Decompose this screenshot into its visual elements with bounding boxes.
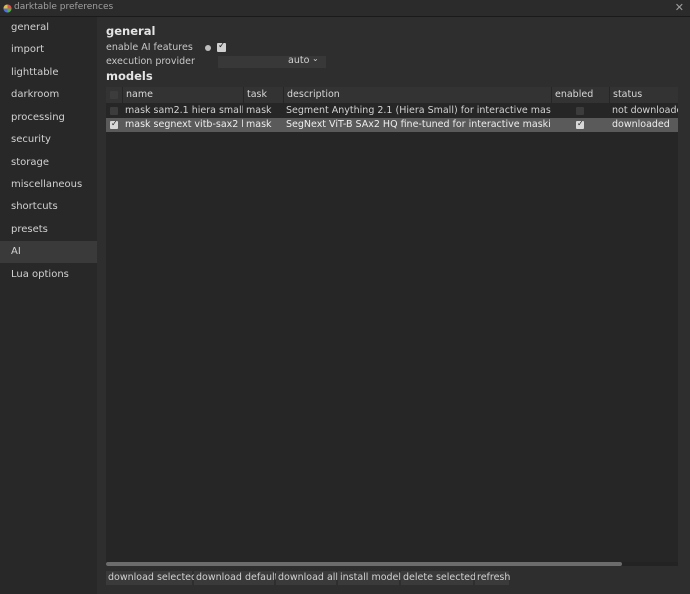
row-select-checkbox[interactable]: ✓ [110,119,118,129]
checkmark-icon: ✓ [577,119,584,128]
enable-ai-checkbox[interactable]: ✓ [217,41,226,52]
sidebar-item-miscellaneous[interactable]: miscellaneous [0,174,97,196]
checkmark-icon: ✓ [111,119,118,128]
reset-indicator-icon[interactable] [205,45,211,51]
close-icon[interactable]: ✕ [675,1,684,15]
refresh-button[interactable]: refresh [475,571,510,585]
model-name: mask sam2.1 hiera small [125,105,243,116]
title-bar: darktable preferences ✕ [0,0,690,17]
table-header: name task description enabled status [106,87,678,103]
model-status: downloaded [612,119,670,130]
sidebar-item-darkroom[interactable]: darkroom [0,84,97,106]
sidebar-item-storage[interactable]: storage [0,152,97,174]
sidebar-item-presets[interactable]: presets [0,219,97,241]
select-all-checkbox[interactable] [110,91,118,99]
delete-selected-button[interactable]: delete selected [401,571,476,585]
preferences-content: general enable AI features ✓ execution p… [97,17,690,594]
table-row[interactable]: ✓ mask segnext vitb-sax2 hq mask SegNext… [106,118,678,132]
select-all-column-header[interactable] [106,87,122,103]
sidebar-item-lua-options[interactable]: Lua options [0,264,97,286]
model-description: Segment Anything 2.1 (Hiera Small) for i… [286,105,551,116]
execution-provider-dropdown[interactable]: auto ⌄ [218,54,326,68]
column-header-name[interactable]: name [122,87,243,103]
download-all-button[interactable]: download all [276,571,338,585]
table-row[interactable]: mask sam2.1 hiera small mask Segment Any… [106,104,678,118]
sidebar-item-processing[interactable]: processing [0,107,97,129]
chevron-down-icon: ⌄ [312,54,319,63]
model-enabled-checkbox[interactable]: ✓ [576,119,584,129]
sidebar-item-lighttable[interactable]: lighttable [0,62,97,84]
preferences-sidebar: general import lighttable darkroom proce… [0,17,97,594]
general-section-title: general [106,24,156,38]
checkmark-icon: ✓ [218,41,226,51]
models-section-title: models [106,69,153,83]
models-table: name task description enabled status mas… [106,87,678,564]
scrollbar-thumb[interactable] [106,562,622,566]
sidebar-item-general[interactable]: general [0,17,97,39]
model-task: mask [246,105,272,116]
sidebar-item-security[interactable]: security [0,129,97,151]
execution-provider-label: execution provider [106,56,195,67]
sidebar-item-import[interactable]: import [0,39,97,61]
column-header-enabled[interactable]: enabled [551,87,609,103]
column-header-status[interactable]: status [609,87,678,103]
download-selected-button[interactable]: download selected [106,571,197,585]
model-name: mask segnext vitb-sax2 hq [125,119,243,130]
download-default-button[interactable]: download default [194,571,278,585]
column-header-task[interactable]: task [243,87,283,103]
sidebar-item-ai[interactable]: AI [0,241,97,263]
sidebar-item-shortcuts[interactable]: shortcuts [0,196,97,218]
model-enabled-checkbox[interactable] [576,107,584,115]
model-description: SegNext ViT-B SAx2 HQ fine-tuned for int… [286,119,551,130]
column-header-description[interactable]: description [283,87,551,103]
horizontal-scrollbar[interactable] [106,562,678,566]
model-status: not downloaded [612,105,678,116]
execution-provider-value: auto [288,55,310,66]
model-task: mask [246,119,272,130]
window-title: darktable preferences [14,2,114,12]
install-model-button[interactable]: install model [338,571,401,585]
row-select-checkbox[interactable] [110,107,118,115]
enable-ai-label: enable AI features [106,42,193,53]
darktable-logo-icon [3,4,12,13]
